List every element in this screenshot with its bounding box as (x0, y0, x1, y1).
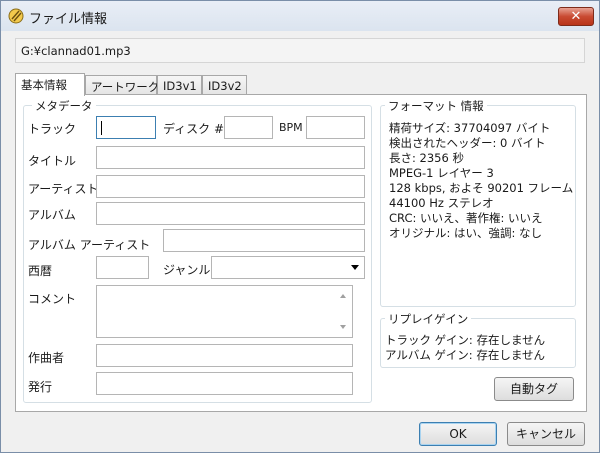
file-path: G:¥clannad01.mp3 (15, 38, 585, 63)
publisher-field[interactable] (96, 372, 353, 395)
track-label: トラック (28, 122, 77, 136)
year-field[interactable] (96, 256, 149, 279)
info-sample-rate: 44100 Hz ステレオ (389, 196, 494, 210)
album-gain: アルバム ゲイン: 存在しません (385, 348, 545, 362)
close-button[interactable]: ✕ (558, 7, 594, 26)
title-bar: ファイル情報 ✕ (1, 1, 599, 31)
info-original-emphasis: オリジナル: はい、強調: なし (389, 226, 543, 240)
window-title: ファイル情報 (29, 12, 108, 27)
title-field[interactable] (96, 146, 365, 169)
scroll-up-icon[interactable] (340, 294, 346, 298)
info-length: 長さ: 2356 秒 (389, 151, 464, 165)
format-info-group: フォーマット 情報 精荷サイズ: 37704097 バイト 検出されたヘッダー:… (380, 98, 576, 307)
cancel-button[interactable]: キャンセル (507, 422, 585, 446)
album-artist-field[interactable] (163, 229, 365, 252)
app-icon (8, 8, 24, 24)
comment-textarea[interactable] (96, 285, 353, 338)
bpm-label: BPM (279, 121, 303, 134)
file-info-dialog: ファイル情報 ✕ G:¥clannad01.mp3 基本情報 アートワーク ID… (0, 0, 600, 453)
ok-button[interactable]: OK (419, 422, 497, 446)
artist-field[interactable] (96, 175, 365, 198)
comment-label: コメント (28, 292, 77, 306)
close-icon[interactable]: ✕ (571, 9, 582, 24)
genre-select[interactable] (211, 256, 365, 279)
metadata-legend: メタデータ (32, 98, 96, 114)
replay-gain-group: リプレイゲイン トラック ゲイン: 存在しません アルバム ゲイン: 存在しませ… (380, 311, 576, 368)
disc-label: ディスク # (163, 122, 225, 136)
composer-label: 作曲者 (28, 351, 65, 365)
format-info-legend: フォーマット 情報 (385, 98, 487, 114)
album-artist-label: アルバム アーティスト (28, 238, 151, 252)
replay-gain-legend: リプレイゲイン (385, 311, 472, 327)
tab-basic-info[interactable]: 基本情報 (15, 73, 85, 96)
track-field[interactable] (96, 116, 156, 139)
basic-info-panel: メタデータ トラック ディスク # BPM タイトル アーティスト アルバム ア… (15, 94, 587, 412)
info-header-size: 検出されたヘッダー: 0 バイト (389, 136, 546, 150)
chevron-down-icon[interactable] (351, 265, 359, 270)
bpm-field[interactable] (306, 116, 365, 139)
tab-id3v1[interactable]: ID3v1 (157, 75, 202, 95)
tab-artwork[interactable]: アートワーク (85, 75, 159, 95)
info-bitrate-frames: 128 kbps, およそ 90201 フレーム (389, 181, 574, 195)
disc-field[interactable] (224, 116, 273, 139)
title-label: タイトル (28, 154, 77, 168)
tab-id3v2[interactable]: ID3v2 (202, 75, 247, 95)
track-gain: トラック ゲイン: 存在しません (385, 333, 546, 347)
info-mpeg-layer: MPEG-1 レイヤー 3 (389, 166, 494, 180)
album-field[interactable] (96, 202, 365, 225)
text-caret (101, 121, 102, 135)
genre-label: ジャンル (163, 263, 211, 277)
album-label: アルバム (28, 208, 76, 222)
auto-tag-button[interactable]: 自動タグ (494, 377, 574, 401)
scroll-down-icon[interactable] (340, 325, 346, 329)
composer-field[interactable] (96, 344, 353, 367)
artist-label: アーティスト (28, 182, 99, 196)
year-label: 西暦 (28, 264, 53, 278)
info-crc-copyright: CRC: いいえ、著作権: いいえ (389, 211, 543, 225)
info-file-size: 精荷サイズ: 37704097 バイト (389, 121, 551, 135)
publisher-label: 発行 (28, 380, 53, 394)
